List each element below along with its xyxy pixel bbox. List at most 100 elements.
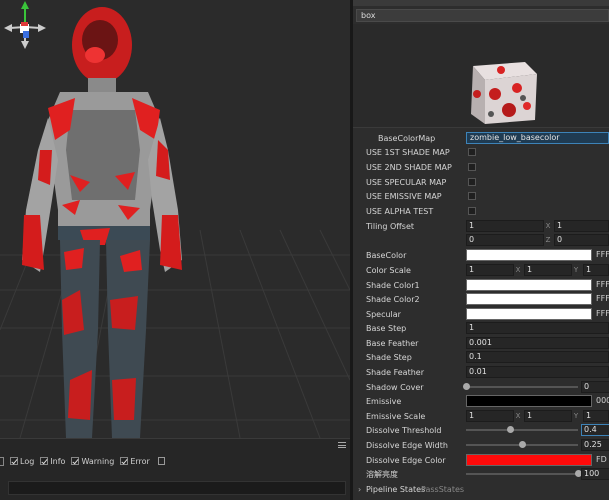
dissolve-edge-color-label: Dissolve Edge Color xyxy=(366,456,446,465)
filter-info[interactable]: Info xyxy=(40,457,65,466)
use-alpha-test-checkbox[interactable] xyxy=(468,207,476,215)
emissive-swatch[interactable] xyxy=(466,395,592,407)
emissive-scale-z-field[interactable]: 1 xyxy=(583,410,609,422)
emissive-hex: 000 xyxy=(596,396,609,405)
shadow-cover-slider[interactable] xyxy=(462,383,578,390)
row-shade-color1: Shade Color1 FFF xyxy=(353,279,609,292)
checkbox-icon xyxy=(71,457,80,465)
base-color-map-asset[interactable]: zombie_low_basecolor xyxy=(466,132,609,144)
shade-color2-swatch[interactable] xyxy=(466,293,592,305)
color-scale-x-field[interactable]: 1 xyxy=(466,264,514,276)
material-preview[interactable] xyxy=(353,24,609,128)
clear-icon[interactable] xyxy=(0,456,4,466)
filter-error[interactable]: Error xyxy=(120,457,150,466)
base-step-label: Base Step xyxy=(366,324,407,333)
zombie-model[interactable] xyxy=(0,0,350,438)
offset-y-field[interactable]: 0 xyxy=(554,234,609,246)
console-search-input[interactable] xyxy=(8,481,346,495)
dissolve-threshold-slider[interactable] xyxy=(466,426,578,433)
shade-color1-swatch[interactable] xyxy=(466,279,592,291)
tiling-x-field[interactable]: 1 xyxy=(466,220,544,232)
row-dissolve-edge-color: Dissolve Edge Color FD xyxy=(353,454,609,467)
use-alpha-test-label: USE ALPHA TEST xyxy=(366,207,434,216)
shade-color2-label: Shade Color2 xyxy=(366,295,420,304)
shade-feather-label: Shade Feather xyxy=(366,368,424,377)
filter-log[interactable]: Log xyxy=(10,457,34,466)
base-color-map-label: BaseColorMap xyxy=(378,134,436,143)
use-specular-checkbox[interactable] xyxy=(468,178,476,186)
chevron-right-icon[interactable]: › xyxy=(358,483,361,496)
axis-y-label: Y xyxy=(573,412,579,420)
row-specular: Specular FFF xyxy=(353,308,609,321)
checkbox-icon xyxy=(40,457,49,465)
row-base-step: Base Step 1 xyxy=(353,322,609,335)
use-1st-shade-checkbox[interactable] xyxy=(468,148,476,156)
dissolve-edge-color-swatch[interactable] xyxy=(466,454,592,466)
console-filter-bar: Log Info Warning Error xyxy=(0,452,350,470)
checkbox-icon xyxy=(10,457,18,465)
row-shade-feather: Shade Feather 0.01 xyxy=(353,366,609,379)
dissolve-threshold-label: Dissolve Threshold xyxy=(366,426,442,435)
specular-swatch[interactable] xyxy=(466,308,592,320)
axis-x-label: X xyxy=(515,412,521,420)
tiling-offset-label: Tiling Offset xyxy=(366,222,415,231)
shade-color1-hex: FFF xyxy=(596,280,609,289)
use-specular-label: USE SPECULAR MAP xyxy=(366,178,447,187)
emissive-scale-y-field[interactable]: 1 xyxy=(524,410,572,422)
use-emissive-checkbox[interactable] xyxy=(468,192,476,200)
shade-feather-field[interactable]: 0.01 xyxy=(466,366,609,378)
material-inspector: box BaseColorMap zombie_low_basecolor US… xyxy=(353,0,609,500)
specular-label: Specular xyxy=(366,310,401,319)
shade-step-label: Shade Step xyxy=(366,353,412,362)
dissolve-edge-width-slider[interactable] xyxy=(466,441,578,448)
base-color-swatch[interactable] xyxy=(466,249,592,261)
row-use-2nd-shade: USE 2ND SHADE MAP xyxy=(353,161,609,174)
use-2nd-shade-checkbox[interactable] xyxy=(468,163,476,171)
base-feather-label: Base Feather xyxy=(366,339,419,348)
color-scale-y-field[interactable]: 1 xyxy=(524,264,572,276)
base-color-label: BaseColor xyxy=(366,251,407,260)
filter-warning[interactable]: Warning xyxy=(71,457,114,466)
axis-x-label: X xyxy=(515,266,521,274)
shadow-cover-field[interactable]: 0 xyxy=(581,381,609,393)
dissolve-threshold-field[interactable]: 0.4 xyxy=(581,424,609,436)
shade-color2-hex: FFF xyxy=(596,294,609,303)
slider-handle[interactable] xyxy=(507,426,515,433)
emissive-scale-x-field[interactable]: 1 xyxy=(466,410,514,422)
tiling-y-field[interactable]: 1 xyxy=(554,220,609,232)
color-scale-z-field[interactable]: 1 xyxy=(583,264,609,276)
use-2nd-shade-label: USE 2ND SHADE MAP xyxy=(366,163,452,172)
use-emissive-label: USE EMISSIVE MAP xyxy=(366,192,442,201)
row-shadow-cover: Shadow Cover 0 xyxy=(353,381,609,394)
emissive-scale-label: Emissive Scale xyxy=(366,412,426,421)
row-emissive-scale: Emissive Scale 1 X 1 Y 1 xyxy=(353,410,609,423)
orientation-gizmo-icon[interactable] xyxy=(0,0,50,50)
base-feather-field[interactable]: 0.001 xyxy=(466,337,609,349)
slider-handle[interactable] xyxy=(518,441,526,448)
base-step-field[interactable]: 1 xyxy=(466,322,609,334)
filter-log-label: Log xyxy=(20,456,35,466)
shade-step-field[interactable]: 0.1 xyxy=(466,351,609,363)
dissolve-brightness-slider[interactable] xyxy=(466,470,582,477)
row-use-specular: USE SPECULAR MAP xyxy=(353,176,609,189)
row-pipeline-states[interactable]: › Pipeline States PassStates xyxy=(353,483,609,496)
scene-viewport[interactable] xyxy=(0,0,350,438)
specular-hex: FFF xyxy=(596,309,609,318)
row-use-emissive: USE EMISSIVE MAP xyxy=(353,190,609,203)
use-1st-shade-label: USE 1ST SHADE MAP xyxy=(366,148,450,157)
filter-warning-label: Warning xyxy=(81,456,115,466)
row-base-color: BaseColor FFF xyxy=(353,249,609,262)
offset-x-field[interactable]: 0 xyxy=(466,234,544,246)
row-dissolve-brightness: 溶解亮度 100 xyxy=(353,468,609,481)
dissolve-edge-width-field[interactable]: 0.25 xyxy=(581,439,609,451)
copy-icon[interactable] xyxy=(157,457,165,465)
console-panel: Log Info Warning Error xyxy=(0,438,350,500)
shadow-cover-label: Shadow Cover xyxy=(366,383,424,392)
menu-icon[interactable] xyxy=(338,442,346,448)
checkbox-icon xyxy=(120,457,129,465)
material-name-field[interactable]: box xyxy=(356,9,609,22)
slider-handle[interactable] xyxy=(462,383,470,390)
row-base-color-map: BaseColorMap zombie_low_basecolor xyxy=(353,132,609,145)
dissolve-brightness-field[interactable]: 100 xyxy=(581,468,609,480)
base-color-hex: FFF xyxy=(596,250,609,259)
